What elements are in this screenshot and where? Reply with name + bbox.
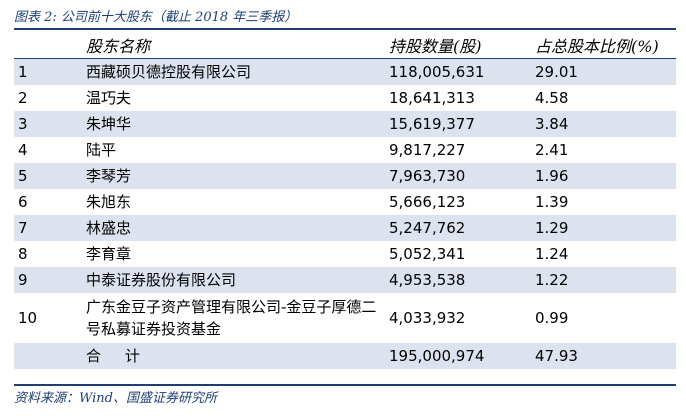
rank-cell: 6 [18,192,28,211]
shares-cell: 9,817,227 [389,140,466,159]
total-row: 合 计 195,000,974 47.93 [14,343,676,369]
ratio-cell: 4.58 [535,88,569,107]
ratio-cell: 1.96 [531,163,676,189]
shares-cell: 118,005,631 [385,58,531,85]
rank-cell: 4 [18,140,28,159]
rank-cell: 7 [14,215,82,241]
rank-cell: 5 [14,163,82,189]
source-note: 资料来源：Wind、国盛证券研究所 [14,391,217,406]
table-row: 2 温巧夫 18,641,313 4.58 [14,85,676,111]
ratio-cell: 1.22 [531,267,676,293]
ratio-cell: 1.29 [531,215,676,241]
shares-cell: 4,033,932 [389,308,466,327]
rank-cell: 1 [14,58,82,85]
total-rank-cell [14,343,82,369]
name-cell: 林盛忠 [82,215,385,241]
name-cell: 陆平 [86,140,117,159]
ratio-cell: 1.39 [535,192,569,211]
ratio-cell: 1.24 [535,244,569,263]
table-row: 8 李育章 5,052,341 1.24 [14,241,676,267]
shares-cell: 15,619,377 [385,111,531,137]
shares-cell: 5,052,341 [389,244,466,263]
table-row: 6 朱旭东 5,666,123 1.39 [14,189,676,215]
ratio-cell: 0.99 [535,308,569,327]
ratio-cell: 2.41 [535,140,569,159]
col-header-shares: 持股数量(股) [385,31,531,59]
shares-cell: 4,953,538 [385,267,531,293]
ratio-cell: 3.84 [531,111,676,137]
name-cell: 西藏硕贝德控股有限公司 [82,58,385,85]
rank-cell: 9 [14,267,82,293]
name-cell: 温巧夫 [86,88,132,107]
table-row: 7 林盛忠 5,247,762 1.29 [14,215,676,241]
total-label-cell: 合 计 [82,343,385,369]
shares-cell: 5,666,123 [389,192,466,211]
name-cell: 中泰证券股份有限公司 [82,267,385,293]
shares-cell: 18,641,313 [389,88,475,107]
total-shares-cell: 195,000,974 [385,343,531,369]
figure-caption: 图表 2: 公司前十大股东（截止 2018 年三季报） [14,10,298,25]
table-row: 9 中泰证券股份有限公司 4,953,538 1.22 [14,267,676,293]
table-row: 1 西藏硕贝德控股有限公司 118,005,631 29.01 [14,58,676,85]
table-row: 5 李琴芳 7,963,730 1.96 [14,163,676,189]
rank-cell: 3 [14,111,82,137]
rank-cell: 10 [18,308,38,327]
name-cell: 广东金豆子资产管理有限公司-金豆子厚德二号私募证券投资基金 [86,298,377,338]
ratio-cell: 29.01 [531,58,676,85]
shareholder-table: 股东名称 持股数量(股) 占总股本比例(%) 1 西藏硕贝德控股有限公司 118… [14,31,676,369]
bottom-rule [14,384,676,386]
total-ratio-cell: 47.93 [531,343,676,369]
col-header-name: 股东名称 [82,31,385,59]
top-rule [14,28,676,30]
table-header-row: 股东名称 持股数量(股) 占总股本比例(%) [14,31,676,59]
rank-cell: 8 [18,244,28,263]
name-cell: 李琴芳 [82,163,385,189]
rank-cell: 2 [18,88,28,107]
shares-cell: 7,963,730 [385,163,531,189]
name-cell: 朱坤华 [82,111,385,137]
table-row: 3 朱坤华 15,619,377 3.84 [14,111,676,137]
col-header-ratio: 占总股本比例(%) [531,31,676,59]
table-row: 10 广东金豆子资产管理有限公司-金豆子厚德二号私募证券投资基金 4,033,9… [14,293,676,343]
name-cell: 朱旭东 [86,192,132,211]
shares-cell: 5,247,762 [385,215,531,241]
name-cell: 李育章 [86,244,132,263]
table-row: 4 陆平 9,817,227 2.41 [14,137,676,163]
col-header-rank [14,31,82,59]
